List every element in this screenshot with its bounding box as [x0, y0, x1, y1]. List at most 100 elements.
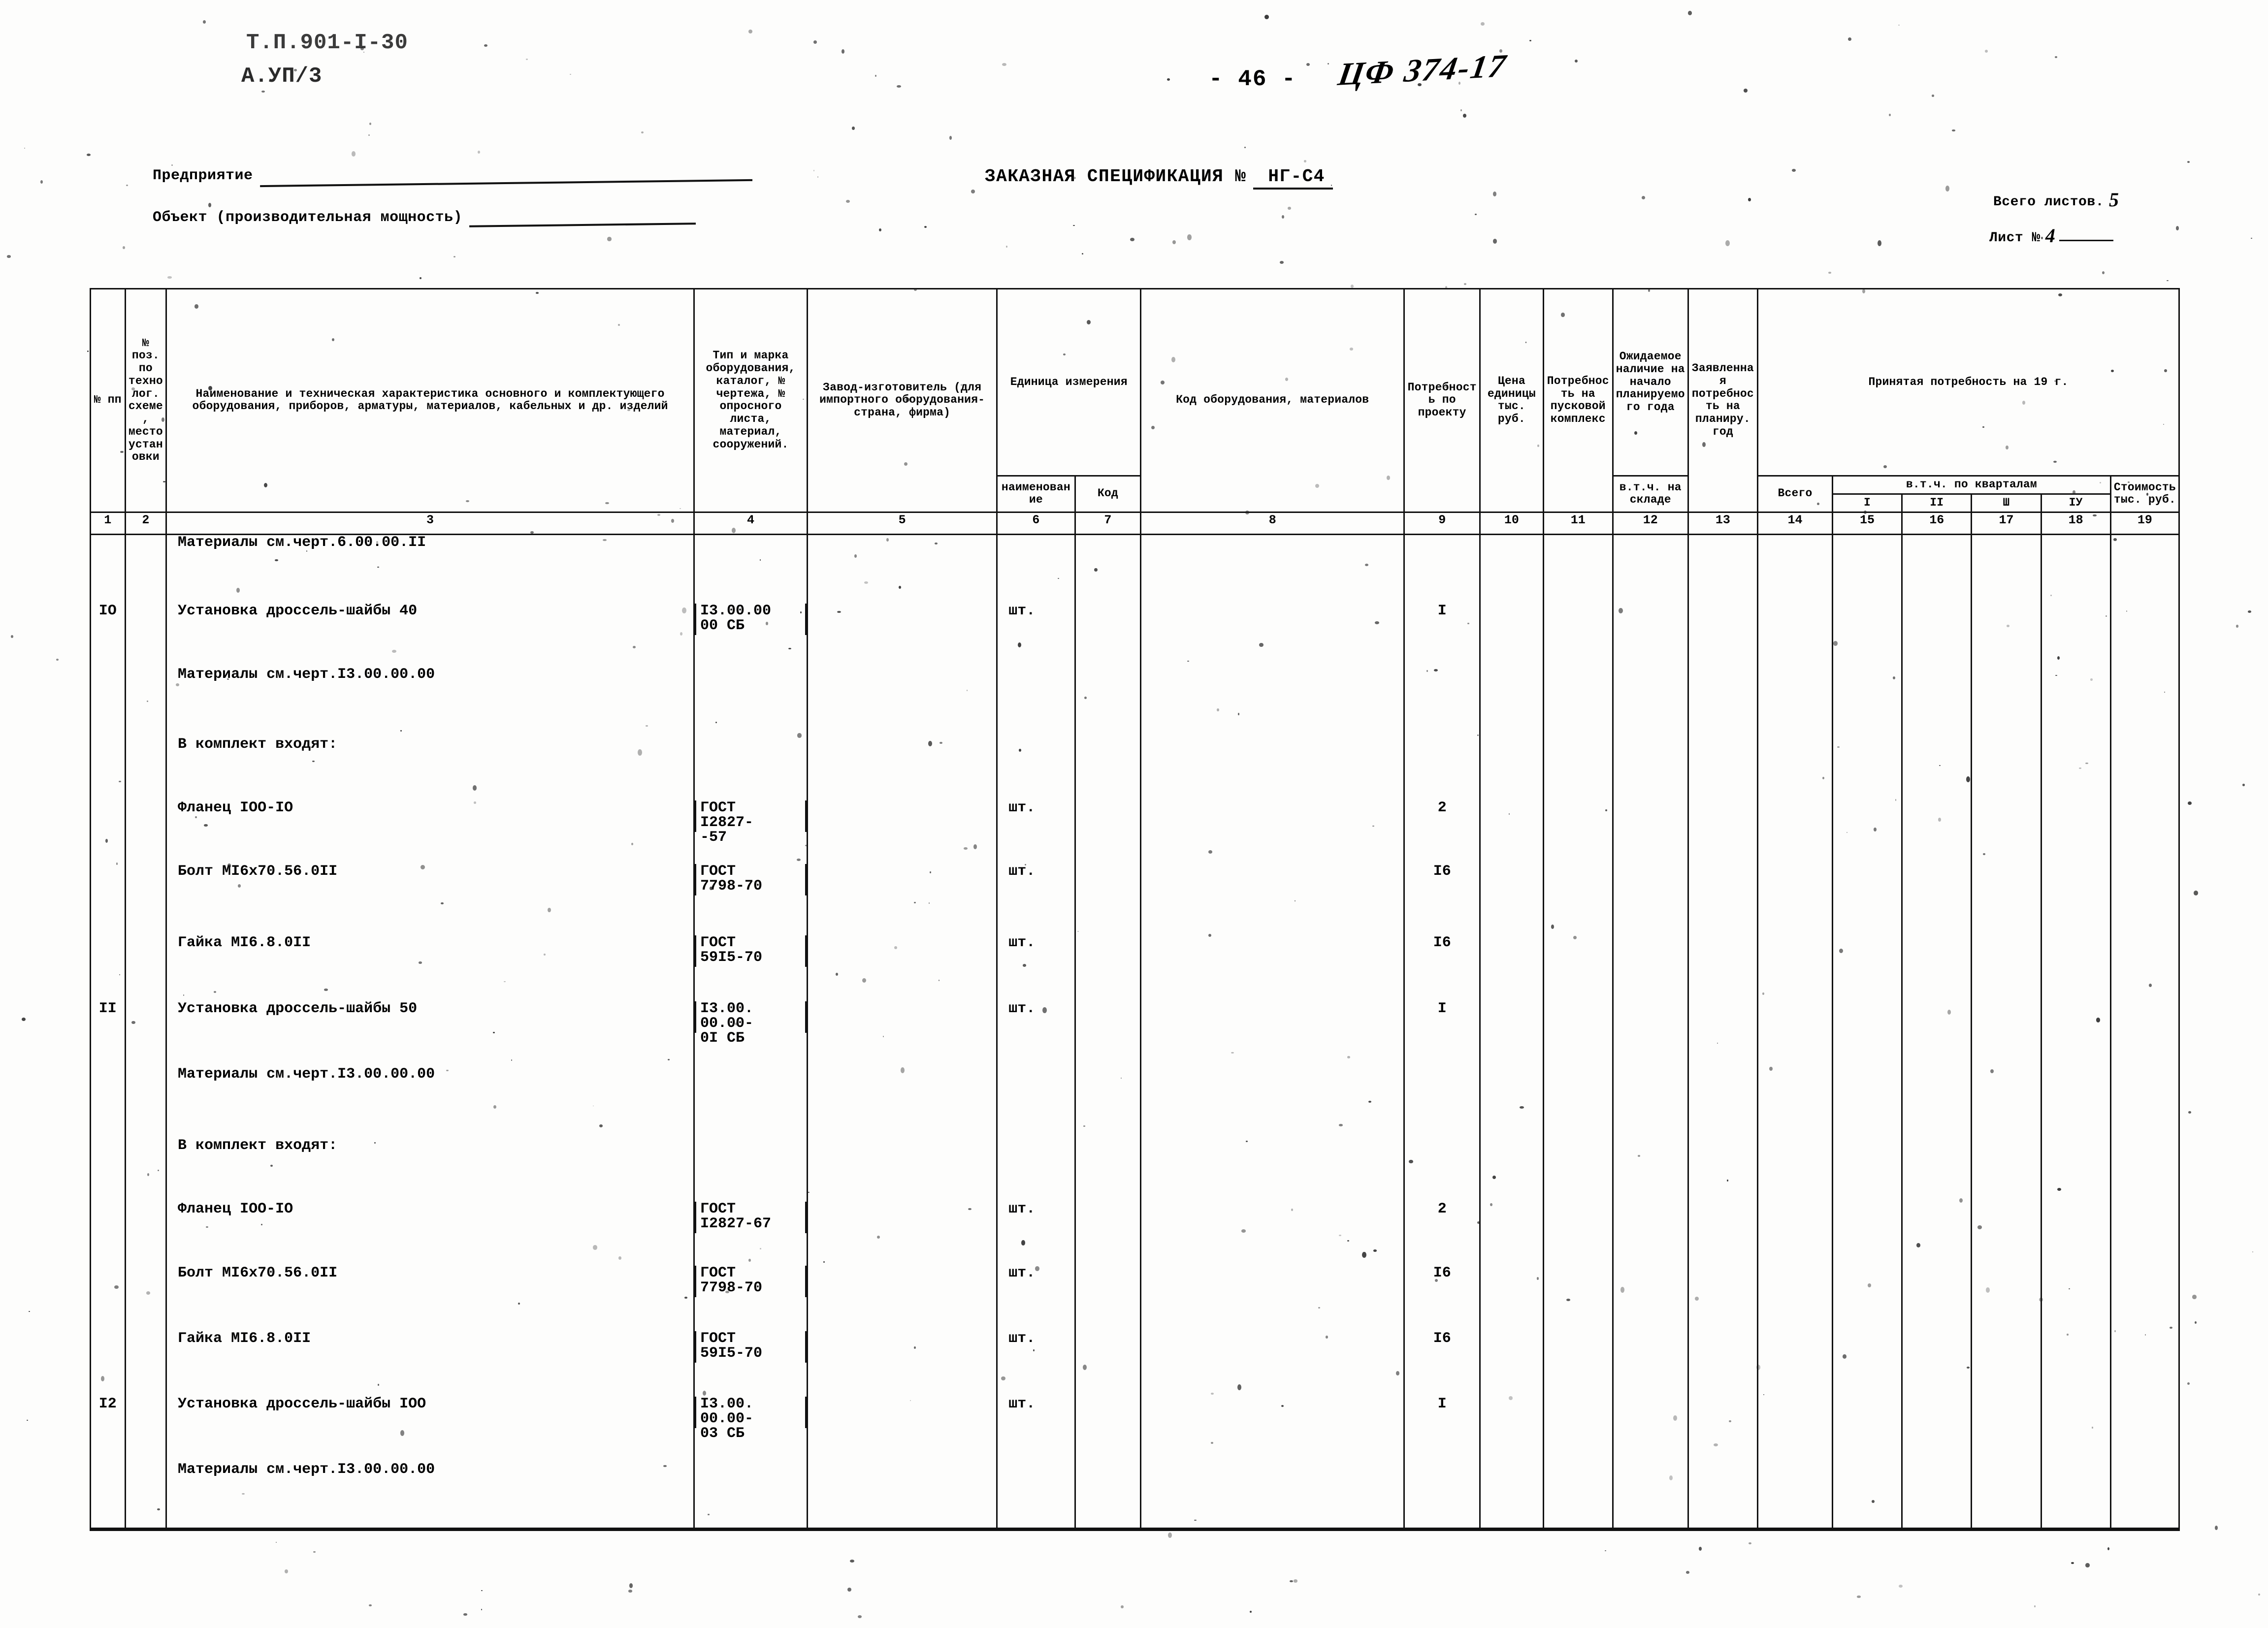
cell-expected-stock [1612, 604, 1689, 668]
cell-manufacturer [807, 604, 998, 668]
scan-speck [680, 632, 683, 636]
scan-speck [813, 40, 817, 44]
cell-row-number: IO [90, 604, 126, 668]
cell-quarter-1 [1831, 864, 1903, 936]
sheets-total-label: Всего листов. [1993, 194, 2104, 210]
scan-speck [1023, 964, 1026, 967]
scan-speck [1727, 1180, 1728, 1181]
colnum-10: 10 [1479, 511, 1544, 535]
cell-startup-complex [1542, 1066, 1614, 1139]
cell-unit-name [996, 1138, 1076, 1202]
cell-designation: Установка дроссель-шайбы 50 [165, 1001, 695, 1067]
cell-total [1757, 1066, 1833, 1139]
cell-project-requirement [1403, 1138, 1481, 1202]
table-row: II Установка дроссель-шайбы 50 I3.00. 00.00… [90, 1001, 2180, 1067]
scan-speck [1551, 925, 1555, 929]
scan-speck [1347, 1056, 1350, 1059]
cell-designation: Установка дроссель-шайбы 40 [165, 604, 695, 668]
cell-quarter-3 [1971, 736, 2042, 800]
cell-unit-price [1479, 534, 1544, 604]
scan-speck [227, 678, 229, 680]
cell-quarter-4 [2040, 534, 2111, 604]
cell-startup-complex [1542, 604, 1614, 668]
scan-speck [657, 514, 660, 516]
scan-speck [420, 277, 421, 280]
enterprise-label: Предприятие [153, 167, 253, 184]
scan-speck [1868, 1283, 1871, 1287]
cell-quarter-2 [1901, 1331, 1973, 1397]
table-row: Материалы см.черт.I3.00.00.00 [90, 1462, 2180, 1532]
cell-quarter-1 [1831, 1202, 1903, 1266]
object-field-row: Объект (производительная мощность) [153, 209, 696, 227]
scan-speck [24, 148, 26, 149]
scan-speck [1769, 1067, 1773, 1071]
cell-manufacturer [807, 667, 998, 737]
scan-speck [817, 176, 819, 178]
colnum-14: 14 [1757, 511, 1833, 535]
colnum-1: 1 [90, 511, 126, 535]
cell-project-requirement: I [1403, 1001, 1481, 1067]
scan-speck [2106, 615, 2107, 617]
cell-startup-complex [1542, 1138, 1614, 1202]
cell-unit-code [1074, 1396, 1142, 1463]
colnum-5: 5 [807, 511, 998, 535]
scan-speck [484, 44, 488, 47]
cell-row-number [90, 1066, 126, 1139]
scan-speck [2102, 271, 2105, 274]
scan-speck [607, 237, 612, 241]
sheet-number-rule[interactable] [2059, 240, 2114, 241]
scan-speck [2053, 461, 2057, 463]
th-unit-price: Цена единицы тыс. руб. [1479, 288, 1544, 513]
table-row: I2 Установка дроссель-шайбы IOO I3.00. 00.0… [90, 1396, 2180, 1463]
scan-speck [11, 635, 13, 638]
scan-speck [2146, 493, 2149, 496]
cell-unit-name: шт. [996, 1331, 1076, 1397]
cell-declared-requirement [1687, 534, 1759, 604]
cell-total [1757, 1396, 1833, 1463]
cell-total [1757, 864, 1833, 936]
cell-cost [2109, 935, 2180, 1001]
cell-quarter-1 [1831, 736, 1903, 800]
cell-unit-code [1074, 935, 1142, 1001]
object-blank-rule[interactable] [469, 218, 696, 227]
scan-speck [1828, 272, 1831, 274]
enterprise-blank-rule[interactable] [259, 174, 752, 188]
scan-speck [176, 683, 179, 687]
scan-speck [618, 324, 620, 326]
scan-speck [1792, 169, 1796, 172]
cell-quarter-4 [2040, 1265, 2111, 1331]
cell-cost [2109, 1202, 2180, 1266]
specification-table: № пп № поз. по технолог. схеме, место ус… [90, 288, 2180, 1532]
scan-speck [208, 386, 213, 390]
cell-designation: Гайка MI6.8.0II [165, 1331, 695, 1397]
cell-startup-complex [1542, 1331, 1614, 1397]
cell-project-requirement [1403, 534, 1481, 604]
scan-speck [1573, 936, 1577, 939]
scan-speck [146, 1291, 151, 1295]
cell-quarter-4 [2040, 1001, 2111, 1067]
cell-quarter-1 [1831, 667, 1903, 737]
cell-unit-name [996, 736, 1076, 800]
scan-speck [2039, 1298, 2043, 1302]
cell-unit-code [1074, 864, 1142, 936]
th-designation: Наименование и техническая характеристик… [165, 288, 695, 513]
scanned-page: Т.П.901-I-30 А.УП/3 - 46 - ЦФ 374-17 Пре… [0, 0, 2268, 1628]
cell-designation: В комплект входят: [165, 737, 695, 800]
cell-cost [2109, 604, 2180, 668]
scan-speck [797, 733, 802, 738]
cell-equipment-code [1140, 1001, 1405, 1067]
scan-speck [1002, 63, 1006, 66]
scan-speck [1862, 289, 1865, 293]
scan-speck [823, 1261, 825, 1263]
colnum-4: 4 [693, 511, 809, 535]
scan-speck [1939, 765, 1941, 766]
cell-manufacturer [807, 1462, 998, 1532]
scan-speck [548, 908, 551, 912]
scan-speck [1058, 578, 1059, 579]
cell-total [1757, 1001, 1833, 1067]
cell-quarter-1 [1831, 1066, 1903, 1139]
th-unit-code: Код [1074, 475, 1142, 513]
scan-speck [1686, 1571, 1689, 1574]
column-number-row: 1 2 3 4 5 6 7 8 9 10 11 12 13 14 15 16 1… [90, 511, 2180, 535]
cell-row-number [90, 1202, 126, 1266]
